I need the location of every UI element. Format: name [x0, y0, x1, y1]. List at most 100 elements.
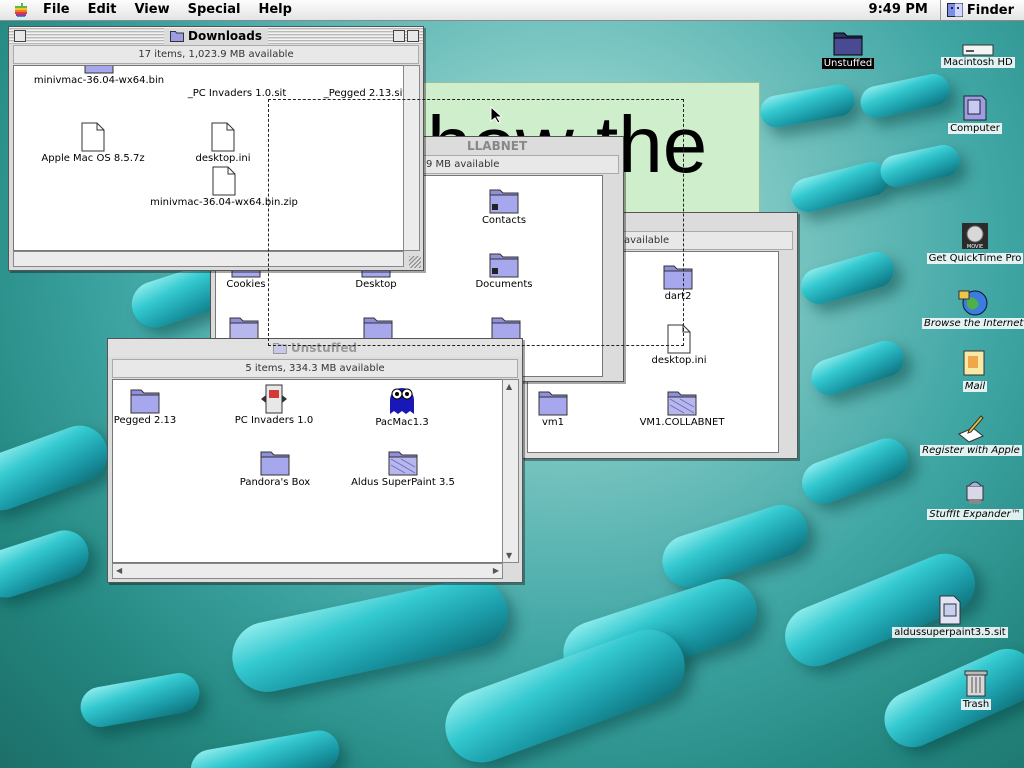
application-menu[interactable]: Finder — [941, 3, 1024, 18]
app-item-pacmac[interactable]: PacMac1.3 — [367, 384, 437, 428]
folder-item-dart2[interactable]: dart2 — [648, 262, 708, 302]
menu-edit[interactable]: Edit — [79, 0, 126, 20]
wallpaper-capsule — [225, 571, 515, 699]
item-label: PacMac1.3 — [375, 417, 429, 428]
scroll-down-arrow-icon[interactable]: ▼ — [506, 551, 512, 560]
locked-folder-icon — [489, 189, 519, 214]
folder-item-contacts[interactable]: Contacts — [464, 186, 544, 226]
scroll-left-arrow-icon[interactable]: ◀ — [116, 566, 122, 575]
computer-folder-icon — [963, 95, 987, 121]
scroll-up-arrow-icon[interactable]: ▲ — [506, 382, 512, 391]
item-label: _Pegged 2.13.sit — [323, 88, 404, 99]
apple-menu-icon[interactable] — [8, 0, 34, 20]
horizontal-scrollbar[interactable]: ◀ ▶ — [112, 563, 503, 579]
window-content[interactable]: Pegged 2.13 PC Invaders 1.0 PacMac1.3 Pa… — [112, 379, 503, 563]
item-label: VM1.COLLABNET — [639, 417, 725, 428]
desktop-icon-computer[interactable]: Computer — [938, 92, 1012, 134]
desktop-icon-stuffit[interactable]: StuffIt Expander™ — [926, 476, 1024, 520]
item-label: Apple Mac OS 8.5.7z — [41, 153, 145, 164]
folder-item-vm1-collabnet[interactable]: VM1.COLLABNET — [632, 388, 732, 428]
window-title-text: Downloads — [187, 29, 263, 43]
desktop-icon-browse-internet[interactable]: Browse the Internet — [922, 285, 1024, 329]
wallpaper-capsule — [757, 81, 858, 131]
desktop-icon-aldussuperpaint-sit[interactable]: aldussuperpaint3.5.sit — [888, 594, 1012, 638]
desktop-icon-quicktime[interactable]: MOVIE Get QuickTime Pro — [926, 220, 1024, 264]
pc-invaders-app-icon — [261, 384, 287, 414]
globe-icon — [958, 290, 988, 316]
wallpaper-capsule — [187, 727, 343, 768]
wallpaper-capsule — [787, 158, 893, 216]
desktop-icon-label: Browse the Internet — [922, 318, 1024, 329]
file-item-pegged-sit[interactable]: _Pegged 2.13.sit — [320, 88, 404, 99]
scroll-right-arrow-icon[interactable]: ▶ — [493, 566, 499, 575]
window-status-bar: 17 items, 1,023.9 MB available — [13, 45, 419, 64]
menu-bar: File Edit View Special Help 9:49 PM Find… — [0, 0, 1024, 21]
zoom-box[interactable] — [393, 30, 405, 42]
document-icon — [81, 122, 105, 152]
close-box[interactable] — [14, 30, 26, 42]
desktop-icon-label: Mail — [962, 381, 988, 392]
folder-item-vm1[interactable]: vm1 — [528, 388, 578, 428]
wallpaper-capsule — [0, 417, 116, 519]
wallpaper-capsule — [796, 432, 914, 510]
item-label: Desktop — [355, 279, 397, 290]
folder-item-pegged[interactable]: Pegged 2.13 — [113, 386, 177, 426]
window-status-text: available — [624, 235, 670, 246]
window-status-text: 17 items, 1,023.9 MB available — [138, 49, 294, 60]
app-item-pc-invaders[interactable]: PC Invaders 1.0 — [231, 384, 317, 426]
window-titlebar[interactable]: Downloads — [9, 27, 423, 45]
window-status-text: 5 items, 334.3 MB available — [245, 363, 385, 374]
file-item-apple-mac-os[interactable]: Apple Mac OS 8.5.7z — [38, 122, 148, 164]
menu-special[interactable]: Special — [179, 0, 250, 20]
item-label: Cookies — [226, 279, 266, 290]
folder-item-aldus-superpaint[interactable]: Aldus SuperPaint 3.5 — [345, 448, 461, 488]
desktop-icon-unstuffed[interactable]: Unstuffed — [818, 27, 878, 69]
wallpaper-capsule — [806, 336, 909, 400]
menu-help[interactable]: Help — [249, 0, 300, 20]
pacmac-ghost-icon — [390, 388, 414, 414]
window-titlebar[interactable]: Unstuffed — [108, 339, 522, 357]
finder-icon — [946, 3, 963, 17]
mail-icon — [963, 350, 985, 376]
item-label: Pegged 2.13 — [113, 415, 177, 426]
vertical-scrollbar[interactable]: ▲ ▼ — [502, 379, 519, 563]
trash-icon — [964, 670, 988, 697]
desktop-icon-label: Trash — [960, 699, 992, 710]
textured-folder-icon — [388, 451, 418, 476]
folder-icon — [538, 391, 568, 416]
folder-icon — [84, 66, 114, 74]
finder-window-unstuffed[interactable]: Unstuffed 5 items, 334.3 MB available Pe… — [107, 338, 523, 583]
horizontal-scrollbar[interactable] — [13, 251, 404, 267]
menubar-clock[interactable]: 9:49 PM — [857, 0, 941, 20]
folder-item-documents[interactable]: Documents — [464, 250, 544, 290]
desktop-icon-trash[interactable]: Trash — [948, 666, 1004, 710]
item-label: desktop.ini — [195, 153, 251, 164]
menu-file[interactable]: File — [34, 0, 79, 20]
file-item-desktop-ini[interactable]: desktop.ini — [644, 324, 714, 366]
wallpaper-capsule — [0, 524, 95, 604]
desktop-icon-label: StuffIt Expander™ — [927, 509, 1023, 520]
file-item-pc-invaders-sit[interactable]: _PC Invaders 1.0.sit — [182, 88, 292, 99]
textured-folder-icon — [667, 391, 697, 416]
folder-icon — [663, 265, 693, 290]
window-title: Unstuffed — [266, 340, 364, 356]
window-content[interactable]: minivmac-36.04-wx64.bin _PC Invaders 1.0… — [13, 65, 404, 251]
desktop-icon-register-apple[interactable]: Register with Apple — [918, 412, 1024, 456]
desktop-icon-label: Computer — [948, 123, 1002, 134]
folder-icon — [272, 343, 287, 354]
desktop-icon-mail[interactable]: Mail — [945, 348, 1005, 392]
finder-window-downloads[interactable]: Downloads 17 items, 1,023.9 MB available… — [8, 26, 424, 271]
menu-view[interactable]: View — [125, 0, 178, 20]
folder-icon — [260, 451, 290, 476]
wallpaper-capsule — [796, 247, 899, 309]
desktop-icon-macintosh-hd[interactable]: Macintosh HD — [938, 42, 1018, 68]
hard-drive-icon — [962, 44, 994, 56]
file-item-minivmac-bin[interactable]: minivmac-36.04-wx64.bin — [24, 66, 174, 86]
folder-item-pandoras-box[interactable]: Pandora's Box — [233, 448, 317, 488]
file-item-desktop-ini[interactable]: desktop.ini — [188, 122, 258, 164]
svg-text:MOVIE: MOVIE — [967, 244, 983, 250]
file-item-minivmac-zip[interactable]: minivmac-36.04-wx64.bin.zip — [144, 166, 304, 208]
resize-grip-icon[interactable] — [409, 256, 421, 268]
vertical-scrollbar[interactable] — [403, 65, 420, 251]
collapse-box[interactable] — [407, 30, 419, 42]
